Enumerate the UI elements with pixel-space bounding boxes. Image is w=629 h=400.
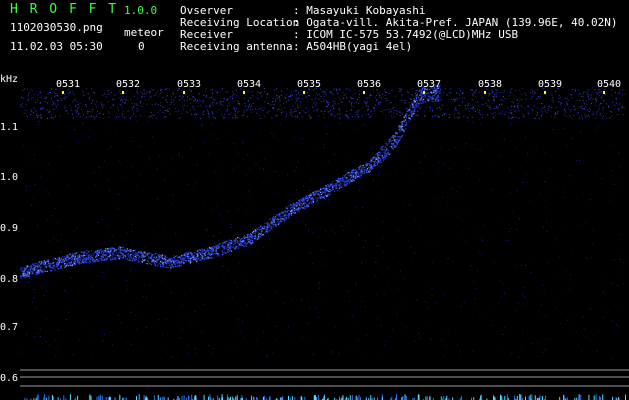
time-tick-label: 0540 <box>597 79 622 90</box>
time-tick-mark <box>544 91 546 94</box>
freq-tick-label: 0.9 <box>0 223 19 234</box>
time-tick-label: 0538 <box>478 79 503 90</box>
freq-tick-label: 1.1 <box>0 122 19 133</box>
freq-tick-label: 0.8 <box>0 274 19 285</box>
spectrogram <box>20 84 629 400</box>
time-tick-mark <box>603 91 605 94</box>
baseline-lines <box>20 369 629 400</box>
noise-layer <box>20 88 626 359</box>
time-tick-label: 0536 <box>357 79 382 90</box>
time-tick-mark <box>484 91 486 94</box>
freq-unit-label: kHz <box>0 74 19 85</box>
time-tick-mark <box>423 91 425 94</box>
time-tick-label: 0535 <box>297 79 322 90</box>
freq-tick-label: 0.7 <box>0 322 19 333</box>
time-tick-label: 0532 <box>116 79 141 90</box>
freq-tick-label: 1.0 <box>0 172 19 183</box>
time-tick-mark <box>243 91 245 94</box>
time-tick-label: 0531 <box>56 79 81 90</box>
time-tick-mark <box>183 91 185 94</box>
freq-tick-label: 0.6 <box>0 373 19 384</box>
time-tick-label: 0534 <box>237 79 262 90</box>
meteor-trail <box>20 84 441 279</box>
time-tick-label: 0537 <box>417 79 442 90</box>
time-tick-mark <box>62 91 64 94</box>
time-tick-mark <box>122 91 124 94</box>
time-tick-marks <box>62 91 605 94</box>
time-tick-mark <box>363 91 365 94</box>
time-tick-mark <box>303 91 305 94</box>
time-tick-label: 0539 <box>538 79 563 90</box>
time-tick-label: 0533 <box>177 79 202 90</box>
